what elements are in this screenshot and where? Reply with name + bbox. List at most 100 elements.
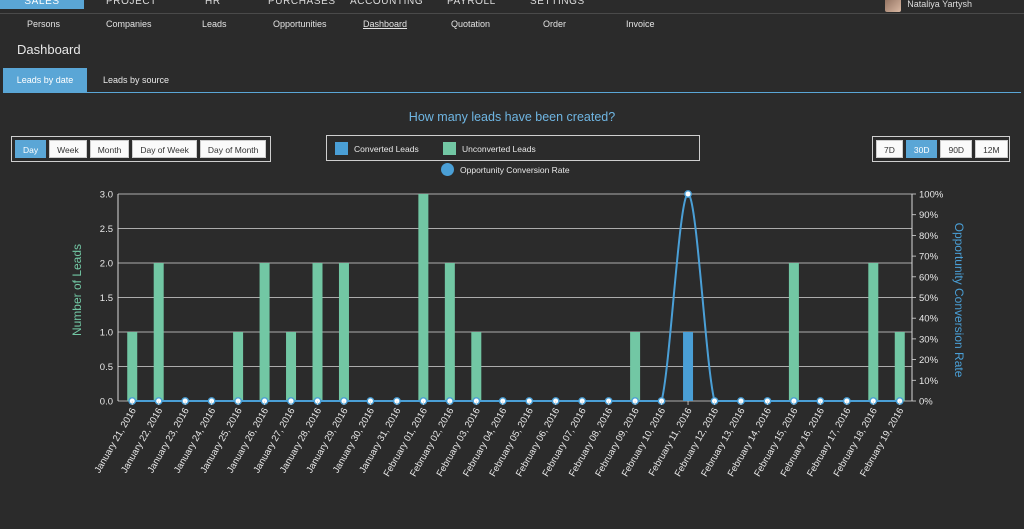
bar-unconverted xyxy=(471,332,482,401)
y2-tick-label: 80% xyxy=(919,231,939,242)
x-tick-label: January 31, 2016 xyxy=(357,406,403,475)
chart-title: How many leads have been created? xyxy=(408,110,616,124)
x-tick-label: February 08, 2016 xyxy=(567,406,615,479)
conversion-rate-point xyxy=(154,397,163,405)
top-menu-sales[interactable]: SALES xyxy=(0,0,84,9)
top-menu-payroll[interactable]: PAYROLL xyxy=(447,0,496,9)
x-tick-label: February 19, 2016 xyxy=(858,406,906,479)
bar-unconverted xyxy=(312,263,323,401)
range-button-group: 7D 30D 90D 12M xyxy=(872,136,1010,162)
top-menu-hr[interactable]: HR xyxy=(205,0,221,9)
conversion-rate-point xyxy=(551,397,560,405)
period-day-button[interactable]: Day xyxy=(15,140,47,158)
tab-leads-by-source[interactable]: Leads by source xyxy=(89,68,183,93)
sub-menu: Persons Companies Leads Opportunities Da… xyxy=(0,19,1024,33)
conversion-rate-point xyxy=(392,397,401,405)
x-tick-label: February 05, 2016 xyxy=(487,406,535,479)
y-tick-label: 1.0 xyxy=(100,328,113,339)
y2-tick-label: 60% xyxy=(919,272,939,283)
bar-unconverted xyxy=(259,263,270,401)
range-30d-button[interactable]: 30D xyxy=(905,140,938,158)
sub-menu-dashboard[interactable]: Dashboard xyxy=(363,19,407,29)
legend-rate[interactable]: Opportunity Conversion Rate xyxy=(441,163,570,176)
bar-unconverted xyxy=(233,332,244,401)
top-menu-accounting[interactable]: ACCOUNTING xyxy=(350,0,423,9)
conversion-rate-point xyxy=(366,397,375,405)
conversion-rate-point xyxy=(472,397,481,405)
x-tick-label: February 04, 2016 xyxy=(461,406,509,479)
x-tick-label: January 30, 2016 xyxy=(331,406,377,475)
top-menu-purchases[interactable]: PURCHASES xyxy=(268,0,336,9)
y2-tick-label: 70% xyxy=(919,252,939,263)
legend-converted-label: Converted Leads xyxy=(354,143,419,154)
period-day-of-month-button[interactable]: Day of Month xyxy=(199,140,267,158)
range-12m-button[interactable]: 12M xyxy=(975,140,1008,158)
legend-rate-label: Opportunity Conversion Rate xyxy=(460,164,570,175)
period-button-group: Day Week Month Day of Week Day of Month xyxy=(11,136,271,162)
bar-unconverted xyxy=(286,332,297,401)
rate-swatch xyxy=(441,163,454,176)
x-tick-label: February 07, 2016 xyxy=(540,406,588,479)
y-tick-label: 2.0 xyxy=(100,259,113,270)
conversion-rate-point xyxy=(790,397,798,405)
user-menu[interactable]: Nataliya Yartysh xyxy=(885,0,972,12)
sub-menu-persons[interactable]: Persons xyxy=(27,19,60,29)
conversion-rate-point xyxy=(604,397,613,405)
y2-axis-title: Opportunity Conversion Rate xyxy=(952,223,966,378)
conversion-rate-point xyxy=(181,397,190,405)
x-tick-label: January 25, 2016 xyxy=(198,406,244,475)
conversion-rate-point xyxy=(260,397,269,405)
y2-tick-label: 90% xyxy=(919,210,939,221)
sub-menu-opportunities[interactable]: Opportunities xyxy=(273,19,327,29)
x-tick-label: January 23, 2016 xyxy=(146,406,192,475)
top-menu-settings[interactable]: SETTINGS xyxy=(530,0,585,9)
bar-unconverted xyxy=(127,332,138,401)
conversion-rate-point xyxy=(578,397,587,405)
bar-unconverted xyxy=(894,332,905,401)
x-tick-label: January 27, 2016 xyxy=(251,406,297,475)
x-tick-label: January 26, 2016 xyxy=(225,406,271,475)
y2-tick-label: 30% xyxy=(919,334,939,345)
period-month-button[interactable]: Month xyxy=(89,140,130,158)
y-axis-title: Number of Leads xyxy=(70,244,84,336)
conversion-rate-point xyxy=(869,397,878,405)
avatar xyxy=(885,0,902,12)
y2-tick-label: 20% xyxy=(919,355,939,366)
conversion-rate-point xyxy=(895,397,904,405)
legend-unconverted[interactable]: Unconverted Leads xyxy=(443,142,536,155)
conversion-rate-point xyxy=(710,397,719,405)
y2-tick-label: 100% xyxy=(919,190,944,201)
sub-menu-order[interactable]: Order xyxy=(543,19,566,29)
period-week-button[interactable]: Week xyxy=(49,140,87,158)
user-name: Nataliya Yartysh xyxy=(907,0,972,9)
unconverted-swatch xyxy=(443,142,456,155)
sub-menu-invoice[interactable]: Invoice xyxy=(626,19,655,29)
bar-unconverted xyxy=(418,194,429,401)
bar-unconverted xyxy=(868,263,879,401)
y-tick-label: 0.0 xyxy=(100,397,113,408)
conversion-rate-point xyxy=(234,397,243,405)
bar-unconverted xyxy=(153,263,164,401)
x-tick-label: February 09, 2016 xyxy=(593,406,641,479)
x-tick-label: February 13, 2016 xyxy=(699,406,747,479)
top-menu-project[interactable]: PROJECT xyxy=(106,0,157,9)
tab-leads-by-date[interactable]: Leads by date xyxy=(3,68,87,93)
sub-menu-companies[interactable]: Companies xyxy=(106,19,152,29)
converted-swatch xyxy=(335,142,348,155)
period-day-of-week-button[interactable]: Day of Week xyxy=(132,140,197,158)
sub-menu-leads[interactable]: Leads xyxy=(202,19,227,29)
conversion-rate-point xyxy=(816,397,825,405)
conversion-rate-point xyxy=(525,397,534,405)
range-90d-button[interactable]: 90D xyxy=(940,140,973,158)
y2-tick-label: 10% xyxy=(919,376,939,387)
range-7d-button[interactable]: 7D xyxy=(876,140,903,158)
conversion-rate-point xyxy=(445,397,454,405)
legend-converted[interactable]: Converted Leads xyxy=(335,142,419,155)
y-tick-label: 0.5 xyxy=(100,362,113,373)
x-tick-label: February 17, 2016 xyxy=(805,406,853,479)
bar-unconverted xyxy=(338,263,349,401)
y-tick-label: 1.5 xyxy=(100,293,113,304)
x-tick-label: January 21, 2016 xyxy=(93,406,139,475)
sub-menu-quotation[interactable]: Quotation xyxy=(451,19,490,29)
conversion-rate-point xyxy=(287,397,295,405)
